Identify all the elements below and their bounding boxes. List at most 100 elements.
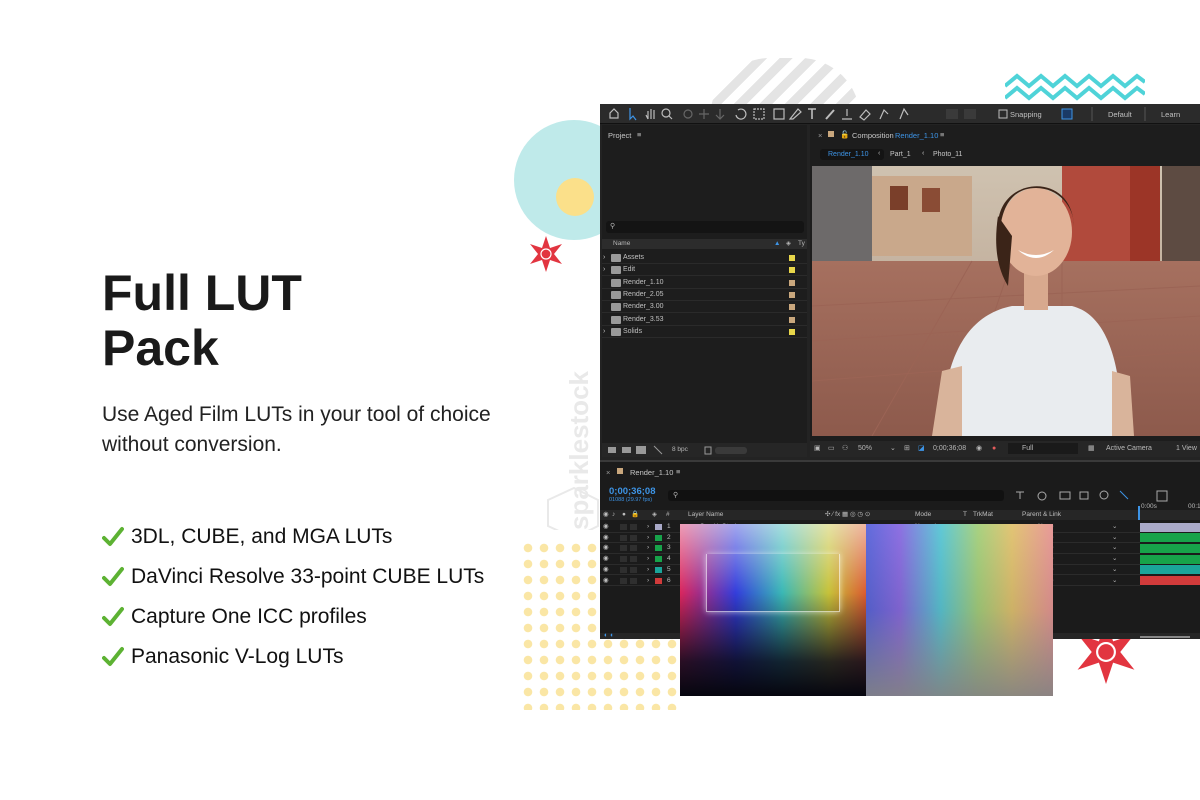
timeline-timecode[interactable]: 0;00;36;08 <box>609 486 655 497</box>
eye-icon[interactable]: ◉ <box>603 522 609 532</box>
solo-switch-icon[interactable]: ● <box>622 510 626 520</box>
camera-select[interactable]: Active Camera <box>1106 441 1152 457</box>
audio-toggle[interactable] <box>620 566 627 573</box>
color-channel-icon[interactable]: ● <box>992 441 996 457</box>
project-search-input[interactable]: ⚲ <box>606 221 804 233</box>
timeline-tab[interactable]: Render_1.10 <box>630 468 673 477</box>
lock-switch-icon[interactable]: 🔒 <box>631 510 639 520</box>
zoom-select[interactable]: 50% <box>858 441 872 457</box>
lock-icon[interactable]: 🔓 <box>840 130 849 139</box>
chevron-down-icon[interactable]: ⌄ <box>1112 554 1117 564</box>
video-switch-icon[interactable]: ◉ <box>603 510 609 520</box>
monitor-icon[interactable]: ▭ <box>828 441 835 457</box>
chevron-down-icon[interactable]: ⌄ <box>1112 565 1117 575</box>
comp-tab-active[interactable]: Render_1.10 ‹ <box>820 149 884 160</box>
layer-duration-bar[interactable] <box>1140 565 1200 575</box>
current-time-display[interactable]: 0;00;36;08 <box>933 441 966 457</box>
always-preview-icon[interactable]: ▣ <box>814 441 821 457</box>
solo-toggle[interactable] <box>630 577 637 584</box>
name-column-header[interactable]: Name <box>613 239 630 249</box>
roi-icon[interactable]: ◪ <box>918 441 925 457</box>
project-item[interactable]: Render_2.05 <box>602 289 807 301</box>
label-color-swatch[interactable] <box>789 291 795 298</box>
composition-navigator-icon[interactable] <box>1155 490 1175 502</box>
eye-icon[interactable]: ◉ <box>603 576 609 586</box>
label-color-swatch[interactable] <box>789 328 795 335</box>
chevron-right-icon[interactable]: › <box>647 543 649 553</box>
composition-viewer[interactable] <box>812 166 1200 436</box>
project-item[interactable]: Render_1.10 <box>602 277 807 289</box>
layer-duration-bar[interactable] <box>1140 522 1200 532</box>
chevron-down-icon[interactable]: ⌄ <box>1112 522 1117 532</box>
timeline-search-input[interactable]: ⚲ <box>668 490 1004 501</box>
chevron-down-icon[interactable]: ⌄ <box>890 441 896 457</box>
mode-header[interactable]: Mode <box>915 510 931 520</box>
solo-toggle[interactable] <box>630 556 637 563</box>
chevron-right-icon[interactable]: › <box>603 264 605 276</box>
label-column-icon[interactable]: ◈ <box>786 239 791 249</box>
parent-link-header[interactable]: Parent & Link <box>1022 510 1061 520</box>
panel-menu-icon[interactable]: ≡ <box>637 130 641 139</box>
chevron-down-icon[interactable]: ⌄ <box>1112 533 1117 543</box>
project-item[interactable]: Render_3.00 <box>602 301 807 314</box>
chevron-right-icon[interactable]: › <box>647 554 649 564</box>
eye-icon[interactable]: ◉ <box>603 554 609 564</box>
layer-duration-bar[interactable] <box>1140 554 1200 564</box>
layer-duration-bar[interactable] <box>1140 576 1200 585</box>
trkmat-header[interactable]: TrkMat <box>973 510 993 520</box>
close-icon[interactable]: × <box>606 468 610 477</box>
project-item[interactable]: › Assets <box>602 252 807 264</box>
toggle-switches-icon[interactable]: ◐ ◐ <box>604 632 614 639</box>
fit-icon[interactable]: ⊞ <box>904 441 910 457</box>
audio-toggle[interactable] <box>620 524 627 530</box>
layer-duration-bar[interactable] <box>1140 543 1200 553</box>
layer-duration-bar[interactable] <box>1140 533 1200 543</box>
chevron-right-icon[interactable]: › <box>647 576 649 586</box>
audio-toggle[interactable] <box>620 534 627 541</box>
solo-toggle[interactable] <box>630 566 637 573</box>
workspace-default[interactable]: Default <box>1108 110 1132 119</box>
mask-visibility-icon[interactable]: ⚇ <box>842 441 848 457</box>
views-select[interactable]: 1 View <box>1176 441 1197 457</box>
audio-switch-icon[interactable]: ♪ <box>612 510 615 520</box>
layer-label-color[interactable] <box>655 566 662 573</box>
audio-toggle[interactable] <box>620 545 627 552</box>
project-item[interactable]: › Solids <box>602 326 807 338</box>
transparency-grid-icon[interactable]: ▦ <box>1088 441 1095 457</box>
label-color-swatch[interactable] <box>789 267 795 274</box>
project-panel-title[interactable]: Project <box>608 131 631 140</box>
label-column-icon[interactable]: ◈ <box>652 510 657 520</box>
solo-toggle[interactable] <box>630 534 637 541</box>
project-item[interactable]: Render_3.53 <box>602 314 807 326</box>
chevron-right-icon[interactable]: › <box>603 326 605 338</box>
time-ruler[interactable]: 0:00s 00:1 <box>1138 503 1200 520</box>
label-color-swatch[interactable] <box>789 316 795 323</box>
workspace-learn[interactable]: Learn <box>1161 110 1180 119</box>
bit-depth-button[interactable]: 8 bpc <box>672 446 688 453</box>
label-color-swatch[interactable] <box>789 304 795 311</box>
layer-label-color[interactable] <box>655 577 662 584</box>
comp-tab-photo11[interactable]: Photo_11 <box>933 151 962 158</box>
solo-toggle[interactable] <box>630 545 637 552</box>
eye-icon[interactable]: ◉ <box>603 565 609 575</box>
project-item[interactable]: › Edit <box>602 264 807 277</box>
timeline-switches[interactable] <box>1010 488 1140 502</box>
panel-menu-icon[interactable]: ≡ <box>676 467 680 476</box>
sort-arrow-icon[interactable]: ▲ <box>774 239 780 249</box>
comp-tab-part1[interactable]: Part_1 <box>890 151 911 158</box>
snapping-label[interactable]: Snapping <box>1010 110 1042 119</box>
eye-icon[interactable]: ◉ <box>603 543 609 553</box>
resolution-select[interactable]: Full <box>1008 443 1078 454</box>
layer-name-header[interactable]: Layer Name <box>688 510 723 520</box>
type-column-header[interactable]: Ty <box>798 239 805 249</box>
playhead[interactable] <box>1138 506 1140 520</box>
solo-toggle[interactable] <box>630 524 637 530</box>
layer-label-color[interactable] <box>655 524 662 530</box>
zoom-slider[interactable] <box>1140 636 1190 638</box>
snapshot-icon[interactable]: ◉ <box>976 441 982 457</box>
chevron-right-icon[interactable]: › <box>603 252 605 264</box>
label-color-swatch[interactable] <box>789 255 795 261</box>
close-icon[interactable]: × <box>818 131 822 140</box>
chevron-right-icon[interactable]: › <box>647 522 649 532</box>
layer-label-color[interactable] <box>655 545 662 552</box>
